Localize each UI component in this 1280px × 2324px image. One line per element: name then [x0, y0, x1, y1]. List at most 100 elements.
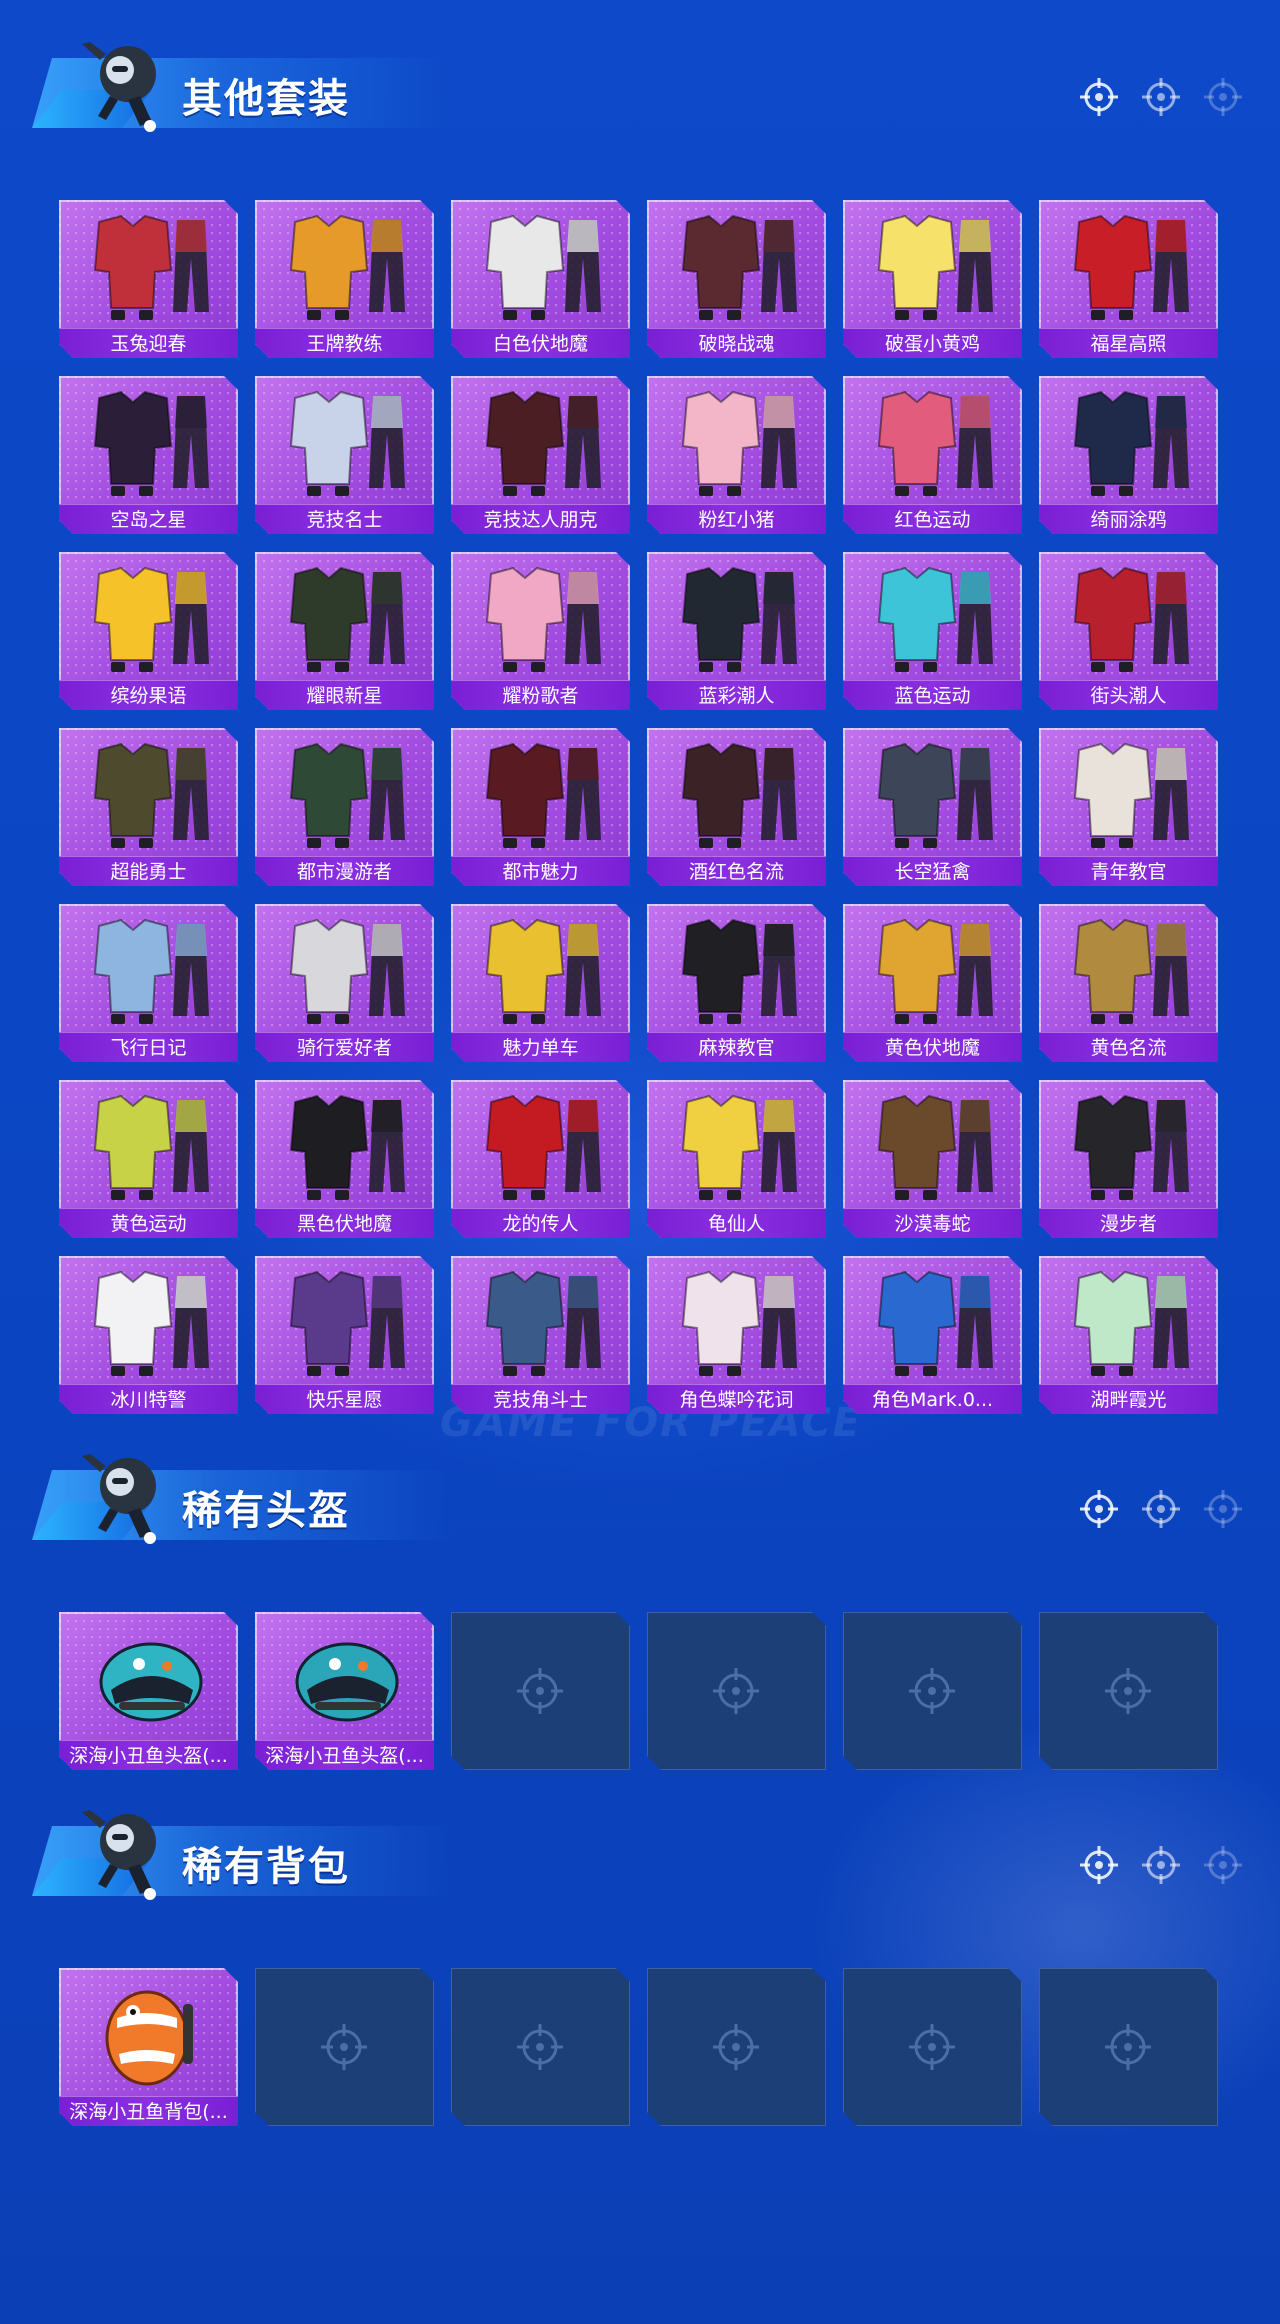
outfit-icon	[451, 1256, 630, 1384]
item-card[interactable]: 街头潮人	[1039, 552, 1218, 710]
item-card[interactable]: 破晓战魂	[647, 200, 826, 358]
empty-slot	[255, 1968, 434, 2126]
item-card[interactable]: 青年教官	[1039, 728, 1218, 886]
item-label: 玉兔迎春	[59, 328, 238, 358]
item-card[interactable]: 空岛之星	[59, 376, 238, 534]
item-card[interactable]: 耀粉歌者	[451, 552, 630, 710]
item-card[interactable]: 白色伏地魔	[451, 200, 630, 358]
item-card[interactable]: 黄色运动	[59, 1080, 238, 1238]
item-card[interactable]: 蓝色运动	[843, 552, 1022, 710]
item-card[interactable]: 飞行日记	[59, 904, 238, 1062]
item-label: 蓝色运动	[843, 680, 1022, 710]
outfit-icon	[255, 376, 434, 504]
item-label: 竞技角斗士	[451, 1384, 630, 1414]
item-label: 福星高照	[1039, 328, 1218, 358]
section-title: 稀有背包	[182, 1844, 350, 1890]
item-card[interactable]: 黄色名流	[1039, 904, 1218, 1062]
item-label: 超能勇士	[59, 856, 238, 886]
item-card[interactable]: 湖畔霞光	[1039, 1256, 1218, 1414]
item-card[interactable]: 王牌教练	[255, 200, 434, 358]
outfit-icon	[255, 552, 434, 680]
outfit-icon	[647, 728, 826, 856]
item-card[interactable]: 超能勇士	[59, 728, 238, 886]
item-card[interactable]: 酒红色名流	[647, 728, 826, 886]
outfit-icon	[843, 904, 1022, 1032]
item-card[interactable]: 耀眼新星	[255, 552, 434, 710]
item-card[interactable]: 黑色伏地魔	[255, 1080, 434, 1238]
item-label: 深海小丑鱼头盔(...	[59, 1740, 238, 1770]
outfit-icon	[647, 1256, 826, 1384]
backpack-icon	[59, 1968, 238, 2096]
item-card[interactable]: 深海小丑鱼头盔(...	[255, 1612, 434, 1770]
item-card[interactable]: 福星高照	[1039, 200, 1218, 358]
item-card[interactable]: 深海小丑鱼背包(...	[59, 1968, 238, 2126]
crosshair-icon	[1080, 78, 1118, 116]
item-card[interactable]: 漫步者	[1039, 1080, 1218, 1238]
item-label: 竞技名士	[255, 504, 434, 534]
item-label: 黄色伏地魔	[843, 1032, 1022, 1062]
item-card[interactable]: 冰川特警	[59, 1256, 238, 1414]
empty-slot	[843, 1968, 1022, 2126]
outfit-icon	[255, 200, 434, 328]
crosshair-icon	[1142, 78, 1180, 116]
outfit-icon	[59, 376, 238, 504]
item-card[interactable]: 玉兔迎春	[59, 200, 238, 358]
item-card[interactable]: 角色蝶吟花词	[647, 1256, 826, 1414]
crosshair-icon	[1080, 1490, 1118, 1528]
item-card[interactable]: 深海小丑鱼头盔(...	[59, 1612, 238, 1770]
item-card[interactable]: 都市漫游者	[255, 728, 434, 886]
item-card[interactable]: 缤纷果语	[59, 552, 238, 710]
item-card[interactable]: 都市魅力	[451, 728, 630, 886]
section-header: 稀有头盔	[0, 1442, 1280, 1562]
outfit-icon	[1039, 200, 1218, 328]
item-label: 青年教官	[1039, 856, 1218, 886]
item-card[interactable]: 黄色伏地魔	[843, 904, 1022, 1062]
item-card[interactable]: 骑行爱好者	[255, 904, 434, 1062]
outfit-icon	[255, 904, 434, 1032]
item-card[interactable]: 龟仙人	[647, 1080, 826, 1238]
item-card[interactable]: 粉红小猪	[647, 376, 826, 534]
item-card[interactable]: 竞技达人朋克	[451, 376, 630, 534]
item-card[interactable]: 麻辣教官	[647, 904, 826, 1062]
crosshair-icon	[1080, 1846, 1118, 1884]
empty-slot	[843, 1612, 1022, 1770]
item-card[interactable]: 长空猛禽	[843, 728, 1022, 886]
item-label: 黄色运动	[59, 1208, 238, 1238]
item-label: 街头潮人	[1039, 680, 1218, 710]
item-label: 快乐星愿	[255, 1384, 434, 1414]
outfit-icon	[59, 552, 238, 680]
item-label: 龟仙人	[647, 1208, 826, 1238]
item-card[interactable]: 绮丽涂鸦	[1039, 376, 1218, 534]
item-label: 破晓战魂	[647, 328, 826, 358]
item-label: 蓝彩潮人	[647, 680, 826, 710]
item-card[interactable]: 沙漠毒蛇	[843, 1080, 1022, 1238]
crosshair-icon	[1204, 1490, 1242, 1528]
item-card[interactable]: 快乐星愿	[255, 1256, 434, 1414]
outfit-icon	[255, 1256, 434, 1384]
empty-slot	[451, 1612, 630, 1770]
item-card[interactable]: 竞技名士	[255, 376, 434, 534]
item-card[interactable]: 红色运动	[843, 376, 1022, 534]
outfit-icon	[451, 200, 630, 328]
outfit-icon	[1039, 1256, 1218, 1384]
item-card[interactable]: 蓝彩潮人	[647, 552, 826, 710]
empty-slot	[647, 1968, 826, 2126]
crosshair-decoration	[1078, 1844, 1244, 1886]
item-label: 绮丽涂鸦	[1039, 504, 1218, 534]
outfit-icon	[647, 1080, 826, 1208]
item-card[interactable]: 魅力单车	[451, 904, 630, 1062]
outfit-icon	[843, 552, 1022, 680]
item-card[interactable]: 竞技角斗士	[451, 1256, 630, 1414]
crosshair-icon	[1103, 2022, 1153, 2072]
outfit-icon	[451, 728, 630, 856]
item-card[interactable]: 角色Mark.0...	[843, 1256, 1022, 1414]
item-label: 龙的传人	[451, 1208, 630, 1238]
item-label: 白色伏地魔	[451, 328, 630, 358]
outfit-icon	[59, 1256, 238, 1384]
item-label: 酒红色名流	[647, 856, 826, 886]
item-card[interactable]: 龙的传人	[451, 1080, 630, 1238]
item-label: 长空猛禽	[843, 856, 1022, 886]
crosshair-icon	[711, 1666, 761, 1716]
item-label: 角色蝶吟花词	[647, 1384, 826, 1414]
item-card[interactable]: 破蛋小黄鸡	[843, 200, 1022, 358]
